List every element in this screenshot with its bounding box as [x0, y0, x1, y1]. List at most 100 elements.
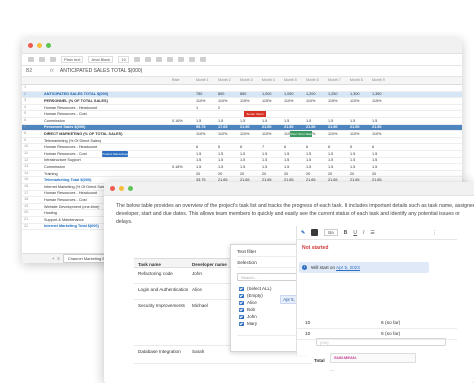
row-number[interactable]: 2 — [24, 92, 34, 96]
underline-button[interactable]: U — [353, 230, 357, 236]
row-label[interactable]: Internet Marketing Total $(000) — [44, 224, 99, 228]
sheet-cell[interactable]: 1.5 — [350, 119, 355, 123]
sheet-cell[interactable]: 750 — [196, 92, 202, 96]
function-list[interactable]: SUM.MEAN. — [334, 355, 357, 360]
sheet-cell[interactable]: 110% — [218, 99, 227, 103]
bold-button[interactable]: B — [344, 230, 348, 236]
sheet-cell[interactable]: 1,300 — [350, 92, 360, 96]
selection-option[interactable]: Selection ⌄ — [237, 259, 299, 268]
row-number[interactable]: 9 — [24, 138, 34, 142]
sheet-cell[interactable]: 1.5 — [218, 158, 223, 162]
row-number[interactable]: 11 — [24, 151, 34, 155]
sheet-cell[interactable]: 20 — [196, 172, 200, 176]
row-label[interactable]: Support & Maintenance — [44, 218, 84, 222]
row-label[interactable]: Telemarketing Total $(000) — [44, 178, 91, 182]
filter-search-input[interactable]: Search... — [237, 273, 299, 281]
sheet-cell[interactable]: 110% — [306, 99, 315, 103]
fill-color-icon[interactable] — [166, 57, 173, 62]
sheet-cell[interactable]: 110% — [350, 132, 359, 136]
sheet-cell[interactable]: 20 — [350, 172, 354, 176]
text-color-icon[interactable] — [311, 229, 319, 236]
sheet-cell[interactable]: 115% — [262, 99, 271, 103]
sheet-cell[interactable]: 110% — [284, 99, 293, 103]
sheet-cell[interactable]: 1.5 — [372, 119, 377, 123]
font-size-select[interactable]: 10 — [118, 56, 129, 63]
sheet-cell[interactable]: 1.5 — [350, 152, 355, 156]
maximize-window-dot[interactable] — [46, 43, 51, 48]
sheet-cell[interactable]: 21.50 — [262, 125, 272, 129]
sheet-cell[interactable]: 1,050 — [284, 92, 294, 96]
row-number[interactable]: 15 — [24, 177, 34, 181]
function-picker[interactable]: SUM.MEAN. — [330, 353, 416, 363]
sheet-row[interactable]: 3 PERSONNEL (% OF TOTAL SALES) 110% 110% 115… — [22, 98, 462, 105]
row-label[interactable]: Human Resources - Cost — [44, 198, 87, 202]
row-number[interactable]: 10 — [24, 144, 34, 148]
tag-button[interactable]: Ba — [324, 229, 338, 236]
header-developer-name[interactable]: Developer name — [192, 262, 227, 267]
row-number[interactable]: 12 — [24, 158, 34, 162]
header-task-name[interactable]: Task name — [138, 262, 161, 267]
sheet-cell[interactable]: 20 — [306, 172, 310, 176]
borders-icon[interactable] — [177, 57, 184, 62]
row-number[interactable]: 20 — [24, 210, 34, 214]
row-number[interactable]: 7 — [24, 125, 34, 129]
row-number[interactable]: 17 — [24, 191, 34, 195]
sheet-cell[interactable]: 20 — [284, 172, 288, 176]
sheet-row[interactable]: 2 ANTICIPATED SALES TOTAL $(000) 750 800 850… — [22, 91, 462, 99]
sheet-cell[interactable]: 1.5 — [350, 165, 355, 169]
font-select[interactable]: Arial Black — [88, 56, 114, 63]
sheet-cell[interactable]: 1,250 — [328, 92, 338, 96]
sheet-cell[interactable]: 1.5 — [284, 158, 289, 162]
sheet-cell[interactable]: 1.5 — [372, 165, 377, 169]
sheet-cell[interactable]: 21.50 — [350, 125, 360, 129]
row-number[interactable]: 4 — [24, 105, 34, 109]
row-label[interactable]: Internet Marketing (% Of Direct Sales) — [44, 185, 108, 189]
sheet-cell[interactable]: 1.5 — [284, 119, 289, 123]
sheet-row[interactable]: 7 Personnel Sales $(000) 59.75 17.65 21.50 21… — [22, 124, 462, 132]
sheet-cell[interactable]: 110% — [262, 132, 271, 136]
sheet-cell[interactable]: 1.5 — [196, 152, 201, 156]
column-header[interactable]: Rate — [172, 78, 179, 82]
sheet-cell[interactable]: 1.5 — [262, 158, 267, 162]
column-header[interactable]: Month 1 — [196, 78, 209, 82]
checkbox-checked-icon[interactable] — [239, 307, 244, 312]
sheet-cell[interactable]: 20 — [262, 172, 266, 176]
sheet-row[interactable]: 1 — [22, 85, 462, 92]
sheet-row[interactable]: 13 Commission 0.16% 1.5 1.5 1.5 1.5 1.5 1.5 1.5 1.… — [22, 164, 462, 171]
sheet-cell[interactable]: 1.5 — [372, 158, 377, 162]
sheet-cell[interactable]: 110% — [196, 99, 205, 103]
sheet-row[interactable]: 10 Human Resources - Headcount 6 5 6 7 6 6 6 5 6 — [22, 144, 462, 151]
row-label[interactable]: Human Resources - Headcount — [44, 145, 97, 149]
sheet-cell[interactable]: 1.5 — [306, 152, 311, 156]
sheet-cell[interactable]: 6 — [328, 145, 330, 149]
more-link[interactable]: ... — [330, 367, 334, 372]
sheet-cell[interactable]: 1.5 — [262, 152, 267, 156]
row-label[interactable]: PERSONNEL (% OF TOTAL SALES) — [44, 99, 108, 103]
sheet-cell[interactable]: 17.65 — [218, 125, 228, 129]
sheet-cell[interactable]: 21.50 — [306, 125, 316, 129]
bold-icon[interactable] — [133, 57, 140, 62]
sheet-cell[interactable]: 20 — [328, 172, 332, 176]
row-label[interactable]: Infrastructure Support — [44, 158, 81, 162]
sheet-row[interactable]: 6 Commission 0.16% 1.5 1.5 1.5 1.5 1.5 1.5 1.5 1.5… — [22, 118, 462, 125]
checkbox-checked-icon[interactable] — [239, 300, 244, 305]
sheet-row[interactable]: 8 DIRECT MARKETING (% OF TOTAL SALES) 110%… — [22, 131, 462, 138]
sheet-cell[interactable]: 6 — [372, 145, 374, 149]
row-label[interactable]: Human Resources - Cost — [44, 112, 87, 116]
sheet-cell[interactable]: 115% — [328, 99, 337, 103]
sheet-cell[interactable]: 1.5 — [284, 152, 289, 156]
sheet-cell[interactable]: 110% — [218, 132, 227, 136]
column-header[interactable]: Month 9 — [372, 78, 385, 82]
sheet-cell[interactable]: 1.5 — [218, 165, 223, 169]
sheet-row[interactable]: 14 Training 20 20 20 20 20 20 20 20 20 — [22, 171, 462, 178]
sheet-list-icon[interactable]: ≡ — [57, 256, 59, 261]
list-icon[interactable]: ☰ — [370, 230, 374, 236]
sheet-cell[interactable]: 0.16% — [172, 165, 183, 169]
cell-reference[interactable]: B2 — [26, 68, 44, 74]
row-number[interactable]: 22 — [24, 224, 34, 228]
sheet-cell[interactable]: 110% — [240, 132, 249, 136]
formula-bar[interactable]: B2 fx ANTICIPATED SALES TOTAL $(000) — [22, 66, 462, 77]
sheet-cell[interactable]: 1.5 — [284, 165, 289, 169]
sheet-cell[interactable]: 1.5 — [262, 165, 267, 169]
add-sheet-icon[interactable]: + — [52, 256, 54, 261]
